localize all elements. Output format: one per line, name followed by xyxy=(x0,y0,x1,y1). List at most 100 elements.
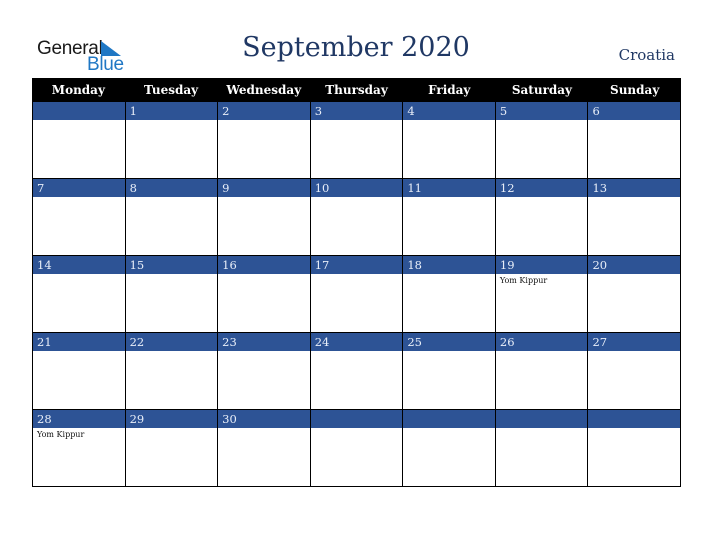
day-cell[interactable]: 13 xyxy=(587,179,682,256)
holiday-label xyxy=(218,428,310,430)
day-number xyxy=(495,410,588,428)
holiday-label xyxy=(588,351,680,353)
day-number: 24 xyxy=(310,333,403,351)
weekday-label: Sunday xyxy=(610,83,660,97)
day-cell[interactable] xyxy=(402,410,495,487)
day-cell[interactable]: 20 xyxy=(587,256,682,333)
day-cell[interactable]: 30 xyxy=(217,410,310,487)
week-row: 14 15 16 17 18 19 Yom Kippur 20 xyxy=(32,256,682,333)
day-number: 1 xyxy=(125,102,218,120)
holiday-label xyxy=(403,351,495,353)
day-number: 27 xyxy=(588,333,681,351)
holiday-label xyxy=(311,274,403,276)
day-cell[interactable]: 12 xyxy=(494,179,588,256)
day-number: 9 xyxy=(218,179,310,197)
day-cell[interactable]: 5 xyxy=(494,102,588,179)
day-cell[interactable]: 22 xyxy=(124,333,218,410)
day-number: 7 xyxy=(33,179,125,197)
day-cell[interactable]: 4 xyxy=(402,102,495,179)
day-number: 15 xyxy=(125,256,218,274)
day-number: 25 xyxy=(403,333,495,351)
holiday-label xyxy=(311,428,403,430)
day-number xyxy=(310,410,403,428)
week-row: 28 Yom Kippur 29 30 xyxy=(32,410,682,487)
day-cell[interactable] xyxy=(587,410,682,487)
holiday-label xyxy=(126,197,218,199)
day-number: 28 xyxy=(33,410,125,428)
day-number: 2 xyxy=(218,102,310,120)
day-cell[interactable]: 10 xyxy=(309,179,403,256)
holiday-label xyxy=(496,428,588,430)
day-number: 18 xyxy=(403,256,495,274)
holiday-label: Yom Kippur xyxy=(499,276,548,285)
day-number: 30 xyxy=(218,410,310,428)
week-row: 123456 xyxy=(32,102,682,179)
day-cell[interactable]: 23 xyxy=(217,333,310,410)
day-cell[interactable]: 7 xyxy=(32,179,125,256)
day-number: 4 xyxy=(403,102,495,120)
day-cell[interactable]: 16 xyxy=(217,256,310,333)
day-cell[interactable] xyxy=(494,410,588,487)
day-number xyxy=(403,410,495,428)
holiday-label xyxy=(496,120,588,122)
day-cell[interactable]: 25 xyxy=(402,333,495,410)
day-cell[interactable]: 14 xyxy=(32,256,125,333)
day-cell[interactable]: 27 xyxy=(587,333,682,410)
holiday-label xyxy=(218,197,310,199)
day-number: 10 xyxy=(310,179,403,197)
holiday-label xyxy=(588,274,680,276)
day-cell[interactable]: 1 xyxy=(124,102,218,179)
day-cell[interactable]: 2 xyxy=(217,102,310,179)
day-number: 19 xyxy=(495,256,588,274)
day-number: 12 xyxy=(495,179,588,197)
weekday-label: Thursday xyxy=(325,83,388,97)
day-cell[interactable]: 3 xyxy=(309,102,403,179)
day-cell[interactable]: 19 Yom Kippur xyxy=(494,256,588,333)
holiday-label: Yom Kippur xyxy=(37,430,85,439)
weekday-header: Monday Tuesday Wednesday Thursday Friday… xyxy=(32,78,681,102)
day-number: 20 xyxy=(588,256,681,274)
day-cell[interactable]: 17 xyxy=(309,256,403,333)
holiday-label xyxy=(33,274,125,276)
day-cell[interactable]: 9 xyxy=(217,179,310,256)
week-row: 21 22 23 24 25 26 27 xyxy=(32,333,682,410)
holiday-label xyxy=(33,351,125,353)
day-cell[interactable]: 24 xyxy=(309,333,403,410)
day-number: 8 xyxy=(125,179,218,197)
day-cell[interactable]: 29 xyxy=(124,410,218,487)
day-cell[interactable] xyxy=(309,410,403,487)
weekday-label: Tuesday xyxy=(144,83,199,97)
day-cell[interactable]: 21 xyxy=(32,333,125,410)
weekday-label: Wednesday xyxy=(226,83,302,97)
day-cell[interactable]: 18 xyxy=(402,256,495,333)
day-cell[interactable]: 26 xyxy=(494,333,588,410)
day-number: 29 xyxy=(125,410,218,428)
holiday-label xyxy=(218,351,310,353)
holiday-label xyxy=(588,428,680,430)
weekday-label: Friday xyxy=(428,83,471,97)
day-number xyxy=(588,410,681,428)
holiday-label xyxy=(126,274,218,276)
day-cell[interactable] xyxy=(32,102,125,179)
holiday-label xyxy=(311,197,403,199)
weekday-label: Saturday xyxy=(511,83,573,97)
day-cell[interactable]: 28 Yom Kippur xyxy=(32,410,125,487)
holiday-label xyxy=(33,197,125,199)
day-cell[interactable]: 6 xyxy=(587,102,682,179)
day-number: 23 xyxy=(218,333,310,351)
holiday-label xyxy=(311,120,403,122)
holiday-label xyxy=(588,197,680,199)
day-cell[interactable]: 8 xyxy=(124,179,218,256)
holiday-label xyxy=(126,120,218,122)
day-cell[interactable]: 15 xyxy=(124,256,218,333)
day-number: 14 xyxy=(33,256,125,274)
holiday-label xyxy=(311,351,403,353)
holiday-label xyxy=(403,197,495,199)
holiday-label xyxy=(33,120,125,122)
holiday-label xyxy=(403,428,495,430)
day-number: 26 xyxy=(495,333,588,351)
day-number: 11 xyxy=(403,179,495,197)
day-number: 21 xyxy=(33,333,125,351)
day-cell[interactable]: 11 xyxy=(402,179,495,256)
weeks-container: 1 2 3 4 5 6 7 8 9 10 11 12 13 14 15 16 17 18 19 Yom Kippur 2… xyxy=(32,102,682,487)
